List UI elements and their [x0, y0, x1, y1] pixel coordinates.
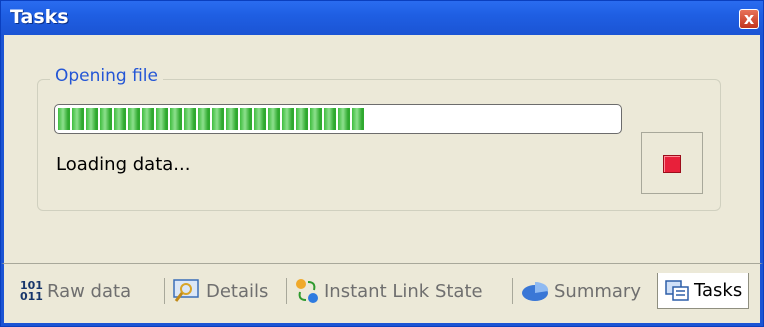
details-icon: [173, 279, 199, 302]
tab-label: Details: [206, 280, 269, 302]
tab-label: Instant Link State: [324, 280, 483, 302]
tab-details[interactable]: Details: [172, 273, 268, 309]
title-bar[interactable]: Tasks x: [1, 1, 763, 35]
tasks-icon: [665, 279, 689, 301]
raw-data-icon: 101 011: [20, 280, 43, 302]
progress-fill: [58, 108, 364, 130]
tab-instant-link-state[interactable]: Instant Link State: [294, 273, 483, 309]
task-group: Opening file Loading data...: [37, 66, 721, 211]
stop-icon: [663, 155, 681, 173]
tab-bar: 101 011 Raw data Details Instant Link St…: [1, 263, 763, 326]
close-button[interactable]: x: [739, 9, 759, 29]
raw-icon-bottom: 011: [20, 290, 43, 303]
progress-bar: [54, 104, 622, 134]
tab-raw-data[interactable]: 101 011 Raw data: [20, 273, 131, 309]
status-text: Loading data...: [56, 154, 191, 175]
tab-label: Raw data: [46, 280, 132, 302]
tab-separator: [286, 278, 287, 304]
instant-link-state-icon: [296, 279, 318, 303]
summary-icon: [522, 281, 549, 301]
group-title: Opening file: [50, 66, 163, 86]
stop-button[interactable]: [641, 132, 703, 194]
tab-separator: [512, 278, 513, 304]
close-icon: x: [743, 9, 755, 28]
task-panel: Opening file Loading data...: [1, 35, 763, 263]
tab-tasks[interactable]: Tasks: [657, 273, 750, 309]
tab-label: Summary: [554, 280, 641, 302]
tasks-window: Tasks x Opening file Loading data... 101…: [0, 0, 764, 327]
window-title: Tasks: [10, 6, 69, 28]
tab-separator: [164, 278, 165, 304]
tab-label: Tasks: [694, 280, 743, 301]
tab-summary[interactable]: Summary: [520, 273, 641, 309]
